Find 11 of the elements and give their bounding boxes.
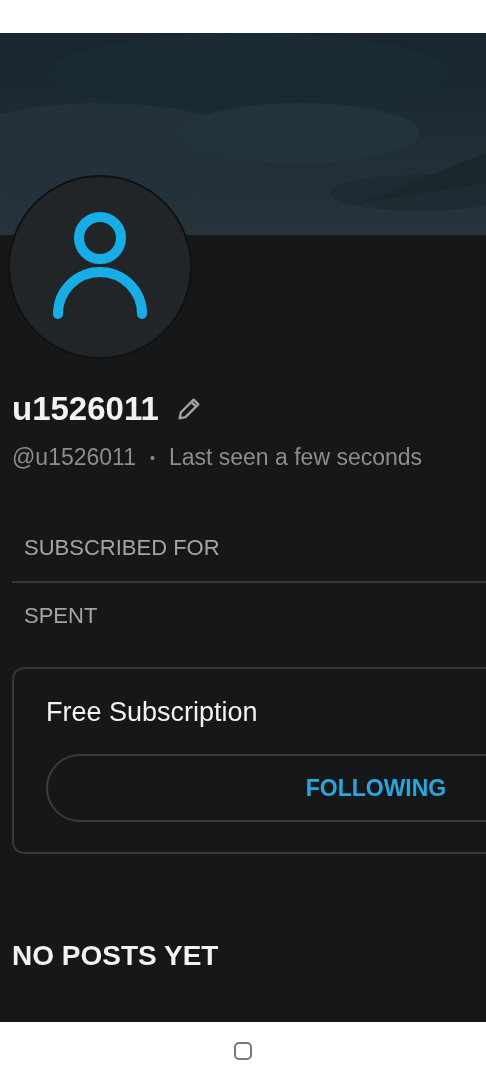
card-title: Free Subscription [46, 697, 258, 728]
profile-name: u1526011 [12, 390, 159, 428]
posts-heading: NO POSTS YET [12, 940, 219, 972]
stat-label: SPENT [24, 603, 98, 628]
stat-label: SUBSCRIBED FOR [24, 535, 220, 560]
person-icon [50, 212, 150, 322]
separator-dot: • [150, 449, 155, 466]
home-icon[interactable] [233, 1041, 253, 1061]
profile-handle: @u1526011 [12, 444, 136, 471]
following-button[interactable]: FOLLOWING [46, 754, 486, 822]
last-seen: Last seen a few seconds [168, 444, 423, 471]
